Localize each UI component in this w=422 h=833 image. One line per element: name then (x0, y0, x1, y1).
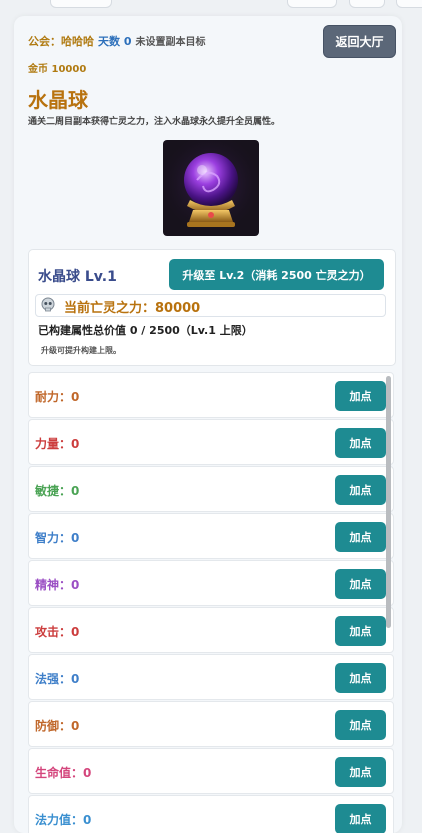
attribute-value: 0 (71, 437, 80, 451)
add-point-button[interactable]: 加点 (335, 428, 386, 458)
attribute-label: 力量：0 (35, 435, 79, 452)
attribute-row: 智力：0 加点 (28, 513, 394, 559)
attribute-list[interactable]: 耐力：0 加点 力量：0 加点 敏捷：0 加点 智力：0 加点 精神：0 加点 攻击：0 加点 法强：0… (28, 372, 394, 833)
attribute-value: 0 (83, 813, 92, 827)
attribute-row: 耐力：0 加点 (28, 372, 394, 418)
attribute-name: 敏捷： (35, 484, 72, 498)
attribute-value: 0 (71, 484, 80, 498)
attribute-row: 法强：0 加点 (28, 654, 394, 700)
attribute-name: 生命值： (35, 766, 84, 780)
undead-power-row: 当前亡灵之力：80000 (35, 294, 386, 317)
attribute-row: 攻击：0 加点 (28, 607, 394, 653)
add-point-button[interactable]: 加点 (335, 804, 386, 833)
attribute-name: 法强： (35, 672, 72, 686)
attribute-row: 力量：0 加点 (28, 419, 394, 465)
skull-icon (41, 297, 55, 312)
back-to-hall-button[interactable]: 返回大厅 (323, 25, 396, 58)
add-point-button[interactable]: 加点 (335, 381, 386, 411)
attribute-label: 敏捷：0 (35, 482, 79, 499)
add-point-button[interactable]: 加点 (335, 757, 386, 787)
attribute-name: 法力值： (35, 813, 84, 827)
crystal-description: 通关二周目副本获得亡灵之力，注入水晶球永久提升全员属性。 (28, 117, 281, 127)
add-point-button[interactable]: 加点 (335, 522, 386, 552)
attribute-value: 0 (71, 625, 80, 639)
attribute-label: 法力值：0 (35, 811, 91, 828)
attribute-label: 攻击：0 (35, 623, 79, 640)
attribute-name: 精神： (35, 578, 72, 592)
attribute-value: 0 (71, 578, 80, 592)
top-tab-right-1[interactable] (349, 0, 385, 8)
crystal-ball-image (163, 140, 259, 236)
attribute-label: 防御：0 (35, 717, 79, 734)
add-point-button[interactable]: 加点 (335, 663, 386, 693)
build-total: 已构建属性总价值 0 / 2500（Lv.1 上限） (38, 324, 253, 337)
add-point-button[interactable]: 加点 (335, 616, 386, 646)
days-count: 天数 0 (98, 35, 132, 48)
gold-amount: 金币 10000 (28, 64, 87, 75)
attribute-row: 敏捷：0 加点 (28, 466, 394, 512)
attribute-name: 力量： (35, 437, 72, 451)
attribute-row: 生命值：0 加点 (28, 748, 394, 794)
attribute-label: 耐力：0 (35, 388, 79, 405)
add-point-button[interactable]: 加点 (335, 475, 386, 505)
attribute-row: 防御：0 加点 (28, 701, 394, 747)
attribute-row: 法力值：0 加点 (28, 795, 394, 833)
attribute-label: 精神：0 (35, 576, 79, 593)
scrollbar-thumb[interactable] (386, 376, 391, 628)
dungeon-goal: 未设置副本目标 (135, 37, 206, 48)
page-title: 水晶球 (28, 88, 88, 112)
attribute-name: 耐力： (35, 390, 72, 404)
crystal-level-card: 水晶球 Lv.1 升级至 Lv.2（消耗 2500 亡灵之力） 当前亡灵之力：8… (28, 249, 396, 366)
crystal-level: 水晶球 Lv.1 (38, 269, 117, 285)
add-point-button[interactable]: 加点 (335, 569, 386, 599)
attribute-value: 0 (71, 531, 80, 545)
attribute-value: 0 (71, 390, 80, 404)
attribute-value: 0 (83, 766, 92, 780)
add-point-button[interactable]: 加点 (335, 710, 386, 740)
attribute-name: 攻击： (35, 625, 72, 639)
undead-power-label: 当前亡灵之力：80000 (64, 301, 201, 316)
top-tab-mid[interactable] (287, 0, 337, 8)
attribute-name: 防御： (35, 719, 72, 733)
upgrade-button[interactable]: 升级至 Lv.2（消耗 2500 亡灵之力） (169, 259, 384, 290)
attribute-label: 智力：0 (35, 529, 79, 546)
top-tab-left[interactable] (50, 0, 112, 8)
attribute-value: 0 (71, 719, 80, 733)
attribute-label: 生命值：0 (35, 764, 91, 781)
attribute-row: 精神：0 加点 (28, 560, 394, 606)
guild-name: 公会：哈哈哈 (28, 35, 94, 48)
attribute-value: 0 (71, 672, 80, 686)
attribute-label: 法强：0 (35, 670, 79, 687)
guild-info: 公会：哈哈哈 天数 0 未设置副本目标 (28, 33, 205, 49)
crystal-ball-icon (163, 140, 259, 236)
attribute-name: 智力： (35, 531, 72, 545)
upgrade-hint: 升级可提升构建上限。 (41, 346, 121, 355)
top-tab-right-2[interactable] (396, 0, 422, 8)
